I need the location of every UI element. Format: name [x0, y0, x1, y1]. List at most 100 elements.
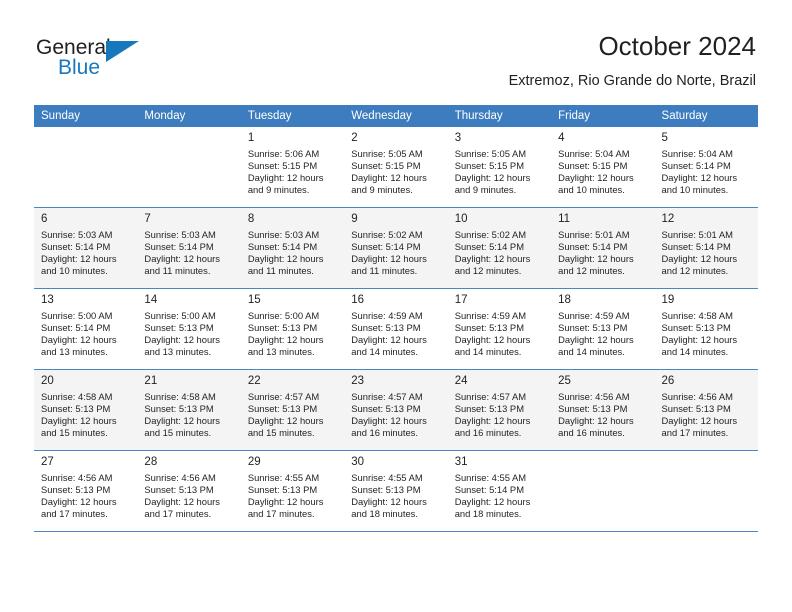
- day-sun-info: Sunrise: 5:03 AM Sunset: 5:14 PM Daylight:…: [241, 226, 344, 277]
- calendar-day-cell[interactable]: 24 Sunrise: 4:57 AM Sunset: 5:13 PM Dayligh…: [447, 369, 552, 451]
- day-daylight-1-text: Daylight: 12 hours: [661, 253, 738, 265]
- day-sunset-text: Sunset: 5:13 PM: [351, 403, 421, 415]
- day-sunset-text: Sunset: 5:13 PM: [351, 484, 421, 496]
- day-sunset-text: Sunset: 5:13 PM: [144, 484, 214, 496]
- calendar-day-cell[interactable]: 10 Sunrise: 5:02 AM Sunset: 5:14 PM Dayligh…: [447, 207, 552, 289]
- calendar-day-cell[interactable]: 3 Sunrise: 5:05 AM Sunset: 5:15 PM Daylight…: [447, 127, 552, 208]
- day-daylight-1-text: Daylight: 12 hours: [351, 415, 427, 427]
- calendar-day-cell[interactable]: 14 Sunrise: 5:00 AM Sunset: 5:13 PM Dayligh…: [137, 288, 241, 370]
- day-sun-info: Sunrise: 4:56 AM Sunset: 5:13 PM Daylight:…: [655, 388, 758, 439]
- day-sun-info: Sunrise: 5:03 AM Sunset: 5:14 PM Daylight:…: [34, 226, 137, 277]
- calendar-day-cell-empty: [551, 450, 655, 532]
- day-number: 26: [661, 375, 675, 387]
- day-number: 4: [558, 132, 565, 144]
- calendar-day-cell[interactable]: 13 Sunrise: 5:00 AM Sunset: 5:14 PM Dayligh…: [34, 288, 138, 370]
- day-sunrise-text: Sunrise: 5:06 AM: [247, 148, 320, 159]
- calendar-day-cell[interactable]: 23 Sunrise: 4:57 AM Sunset: 5:13 PM Dayligh…: [344, 369, 448, 451]
- day-daylight-2-text: and 11 minutes.: [144, 265, 211, 277]
- day-sunrise-text: Sunrise: 4:56 AM: [41, 472, 113, 483]
- day-sunrise-text: Sunrise: 4:58 AM: [661, 310, 733, 321]
- calendar-week-row: 20 Sunrise: 4:58 AM Sunset: 5:13 PM Dayligh…: [34, 369, 758, 451]
- calendar-week-row: 27 Sunrise: 4:56 AM Sunset: 5:13 PM Dayligh…: [34, 450, 758, 532]
- calendar-day-cell[interactable]: 18 Sunrise: 4:59 AM Sunset: 5:13 PM Dayligh…: [551, 288, 655, 370]
- day-number: 16: [351, 294, 365, 306]
- day-sun-info: Sunrise: 4:57 AM Sunset: 5:13 PM Daylight:…: [241, 388, 344, 439]
- calendar-day-cell[interactable]: 15 Sunrise: 5:00 AM Sunset: 5:13 PM Dayligh…: [240, 288, 345, 370]
- calendar-day-cell[interactable]: 16 Sunrise: 4:59 AM Sunset: 5:13 PM Dayligh…: [344, 288, 448, 370]
- day-sunset-text: Sunset: 5:14 PM: [661, 160, 731, 172]
- calendar-day-cell-empty: [34, 127, 138, 208]
- calendar-day-cell[interactable]: 28 Sunrise: 4:56 AM Sunset: 5:13 PM Dayligh…: [137, 450, 241, 532]
- calendar-day-cell[interactable]: 22 Sunrise: 4:57 AM Sunset: 5:13 PM Dayligh…: [240, 369, 345, 451]
- day-daylight-1-text: Daylight: 12 hours: [144, 415, 220, 427]
- day-sun-info: Sunrise: 5:00 AM Sunset: 5:13 PM Daylight:…: [241, 307, 344, 358]
- day-number: 31: [454, 456, 468, 468]
- calendar-day-cell[interactable]: 12 Sunrise: 5:01 AM Sunset: 5:14 PM Dayligh…: [654, 207, 758, 289]
- day-sunset-text: Sunset: 5:14 PM: [144, 241, 214, 253]
- day-number: 8: [247, 213, 255, 225]
- day-sunset-text: Sunset: 5:13 PM: [558, 403, 628, 415]
- day-sunset-text: Sunset: 5:14 PM: [41, 241, 111, 253]
- calendar-page: General Blue October 2024 Extremoz, Rio …: [0, 0, 792, 612]
- calendar-day-cell[interactable]: 11 Sunrise: 5:01 AM Sunset: 5:14 PM Dayligh…: [551, 207, 655, 289]
- day-daylight-1-text: Daylight: 12 hours: [454, 496, 531, 508]
- day-daylight-2-text: and 9 minutes.: [351, 184, 413, 196]
- calendar-day-cell[interactable]: 17 Sunrise: 4:59 AM Sunset: 5:13 PM Dayligh…: [447, 288, 552, 370]
- weekday-header-thursday: Thursday: [447, 105, 552, 127]
- day-sun-info: Sunrise: 5:00 AM Sunset: 5:13 PM Daylight:…: [137, 307, 240, 358]
- day-daylight-2-text: and 14 minutes.: [351, 346, 418, 358]
- calendar-day-cell[interactable]: 8 Sunrise: 5:03 AM Sunset: 5:14 PM Daylight…: [240, 207, 345, 289]
- day-sunset-text: Sunset: 5:13 PM: [454, 322, 524, 334]
- calendar-day-cell[interactable]: 21 Sunrise: 4:58 AM Sunset: 5:13 PM Dayligh…: [137, 369, 241, 451]
- day-sunset-text: Sunset: 5:14 PM: [558, 241, 628, 253]
- day-sunrise-text: Sunrise: 4:59 AM: [454, 310, 527, 321]
- calendar-day-cell[interactable]: 6 Sunrise: 5:03 AM Sunset: 5:14 PM Daylight…: [34, 207, 138, 289]
- day-sunrise-text: Sunrise: 5:05 AM: [351, 148, 423, 159]
- day-number: 23: [351, 375, 365, 387]
- day-sunrise-text: Sunrise: 4:58 AM: [144, 391, 216, 402]
- day-sunset-text: Sunset: 5:13 PM: [144, 322, 214, 334]
- calendar-day-cell[interactable]: 5 Sunrise: 5:04 AM Sunset: 5:14 PM Daylight…: [654, 127, 758, 208]
- calendar-day-cell[interactable]: 9 Sunrise: 5:02 AM Sunset: 5:14 PM Daylight…: [344, 207, 448, 289]
- calendar-day-cell[interactable]: 1 Sunrise: 5:06 AM Sunset: 5:15 PM Daylight…: [240, 127, 345, 208]
- day-number: 21: [144, 375, 158, 387]
- calendar-day-cell[interactable]: 7 Sunrise: 5:03 AM Sunset: 5:14 PM Daylight…: [137, 207, 241, 289]
- calendar-day-cell[interactable]: 4 Sunrise: 5:04 AM Sunset: 5:15 PM Daylight…: [551, 127, 655, 208]
- day-sunset-text: Sunset: 5:13 PM: [661, 403, 731, 415]
- day-sun-info: Sunrise: 4:59 AM Sunset: 5:13 PM Daylight:…: [551, 307, 654, 358]
- day-sunrise-text: Sunrise: 4:59 AM: [558, 310, 630, 321]
- day-sunrise-text: Sunrise: 4:55 AM: [454, 472, 527, 483]
- calendar-day-cell[interactable]: 20 Sunrise: 4:58 AM Sunset: 5:13 PM Dayligh…: [34, 369, 138, 451]
- day-number: 5: [661, 132, 668, 144]
- day-sunrise-text: Sunrise: 5:05 AM: [454, 148, 527, 159]
- day-sunset-text: Sunset: 5:15 PM: [454, 160, 524, 172]
- day-number: 15: [247, 294, 261, 306]
- calendar-day-cell[interactable]: 26 Sunrise: 4:56 AM Sunset: 5:13 PM Dayligh…: [654, 369, 758, 451]
- day-sunset-text: Sunset: 5:14 PM: [247, 241, 318, 253]
- day-sunrise-text: Sunrise: 4:55 AM: [351, 472, 423, 483]
- calendar-day-cell[interactable]: 2 Sunrise: 5:05 AM Sunset: 5:15 PM Daylight…: [344, 127, 448, 208]
- calendar-day-cell-empty: [137, 127, 241, 208]
- day-sunset-text: Sunset: 5:13 PM: [41, 484, 111, 496]
- day-number: 6: [41, 213, 48, 225]
- day-number: 28: [144, 456, 158, 468]
- calendar-day-cell[interactable]: 25 Sunrise: 4:56 AM Sunset: 5:13 PM Dayligh…: [551, 369, 655, 451]
- day-sunrise-text: Sunrise: 4:56 AM: [144, 472, 216, 483]
- day-daylight-1-text: Daylight: 12 hours: [247, 172, 324, 184]
- weekday-header-saturday: Saturday: [654, 105, 758, 127]
- day-daylight-2-text: and 11 minutes.: [247, 265, 314, 277]
- calendar-day-cell[interactable]: 30 Sunrise: 4:55 AM Sunset: 5:13 PM Dayligh…: [344, 450, 448, 532]
- day-number: 2: [351, 132, 358, 144]
- day-daylight-1-text: Daylight: 12 hours: [41, 415, 117, 427]
- day-daylight-2-text: and 10 minutes.: [558, 184, 625, 196]
- day-daylight-1-text: Daylight: 12 hours: [454, 253, 531, 265]
- calendar-day-cell[interactable]: 19 Sunrise: 4:58 AM Sunset: 5:13 PM Dayligh…: [654, 288, 758, 370]
- calendar-day-cell[interactable]: 31 Sunrise: 4:55 AM Sunset: 5:14 PM Dayligh…: [447, 450, 552, 532]
- day-number: 1: [247, 132, 255, 144]
- day-sunset-text: Sunset: 5:13 PM: [454, 403, 524, 415]
- calendar-day-cell[interactable]: 27 Sunrise: 4:56 AM Sunset: 5:13 PM Dayligh…: [34, 450, 138, 532]
- day-number: 27: [41, 456, 54, 468]
- sunrise-sunset-calendar: Sunday Monday Tuesday Wednesday Thursday…: [34, 105, 758, 532]
- calendar-day-cell[interactable]: 29 Sunrise: 4:55 AM Sunset: 5:13 PM Dayligh…: [240, 450, 345, 532]
- day-daylight-2-text: and 16 minutes.: [454, 427, 522, 439]
